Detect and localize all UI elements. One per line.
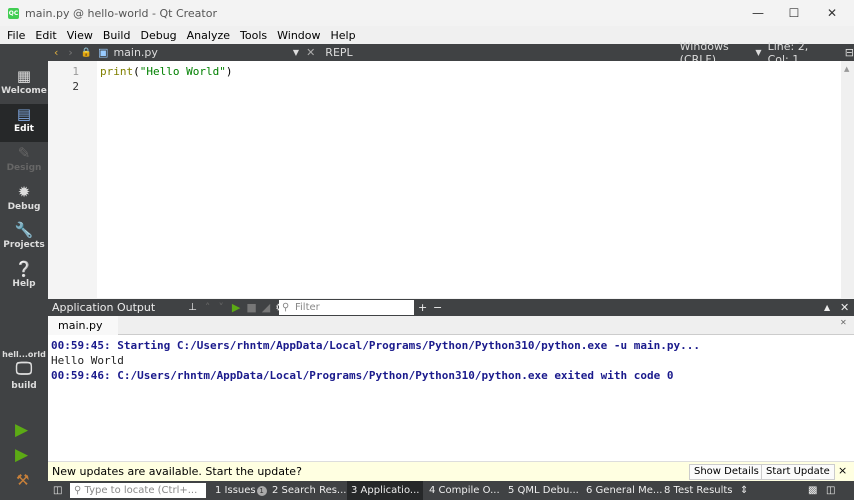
close-window-button[interactable]: ✕ [814, 0, 850, 26]
pane-application-output[interactable]: 3 Applicatio... [347, 481, 424, 500]
grid-icon: ▦ [16, 67, 32, 85]
pane-search-results[interactable]: 2 Search Res... [272, 481, 346, 500]
output-line: 00:59:46: C:/Users/rhntm/AppData/Local/P… [51, 369, 674, 382]
python-file-icon: ▣ [98, 46, 109, 59]
update-message: New updates are available. Start the upd… [52, 465, 302, 478]
output-pane-title: Application Output [52, 301, 156, 314]
output-tabs: main.py ✕ ✕ [48, 316, 854, 351]
menu-analyze[interactable]: Analyze [182, 29, 235, 42]
pen-icon: ✎ [17, 144, 31, 162]
menu-debug[interactable]: Debug [135, 29, 181, 42]
run-button[interactable]: ▶ [15, 420, 28, 440]
editor-toolbar: ‹ › 🔒 ▣ main.py ▼ ✕ REPL Windows (CRLF) … [48, 40, 854, 66]
toggle-right-sidebar-icon[interactable]: ◫ [826, 481, 835, 500]
update-info-bar: New updates are available. Start the upd… [48, 461, 854, 481]
close-pane-icon[interactable]: ✕ [840, 301, 849, 314]
show-details-button[interactable]: Show Details [689, 464, 764, 480]
locator-input[interactable]: ⚲ Type to locate (Ctrl+... [70, 483, 206, 498]
stop-icon[interactable]: ■ [246, 301, 256, 314]
output-line: Hello World [51, 354, 124, 367]
qt-creator-logo-icon: QC [8, 7, 19, 19]
scroll-up-icon[interactable]: ▲ [841, 65, 849, 73]
down-icon[interactable]: ˅ [218, 301, 224, 314]
minimize-button[interactable]: — [740, 0, 776, 26]
more-panes-icon[interactable]: ⇕ [740, 481, 748, 500]
mode-edit[interactable]: ▤ Edit [0, 104, 48, 142]
up-icon[interactable]: ˄ [205, 301, 211, 314]
mode-sidebar: ▦ Welcome ▤ Edit ✎ Design ✹ Debug 🔧 Projects … [0, 44, 48, 500]
document-icon: ▤ [16, 105, 32, 123]
close-document-icon[interactable]: ✕ [306, 46, 315, 59]
debug-run-button[interactable]: ▶ [15, 445, 28, 465]
pane-test-results[interactable]: 8 Test Results [664, 481, 733, 500]
search-icon: ⚲ [282, 302, 290, 313]
toggle-sidebar-icon[interactable]: ◫ [53, 481, 62, 500]
output-line: 00:59:45: Starting C:/Users/rhntm/AppDat… [51, 339, 701, 352]
mode-welcome[interactable]: ▦ Welcome [0, 66, 48, 104]
rerun-icon[interactable]: ▶ [232, 301, 240, 314]
start-update-button[interactable]: Start Update [761, 464, 835, 480]
menu-help[interactable]: Help [326, 29, 361, 42]
menu-edit[interactable]: Edit [30, 29, 61, 42]
zoom-in-icon[interactable]: + [418, 301, 427, 314]
window-title: main.py @ hello-world - Qt Creator [25, 6, 217, 20]
monitor-icon: 🖵 [15, 359, 33, 379]
menu-view[interactable]: View [62, 29, 98, 42]
line-number-gutter: 1 2 [48, 61, 97, 298]
menu-window[interactable]: Window [272, 29, 325, 42]
lock-icon: 🔒 [80, 47, 93, 58]
chevron-down-icon[interactable]: ▼ [293, 48, 299, 57]
status-bar: ◫ ⚲ Type to locate (Ctrl+... 1 Issues 1 2… [48, 481, 854, 500]
close-icon[interactable]: ✕ [840, 318, 847, 327]
repl-button[interactable]: REPL [325, 46, 352, 59]
debug-attach-icon[interactable]: ◢ [262, 301, 270, 314]
bug-icon: ✹ [17, 183, 31, 201]
mode-debug[interactable]: ✹ Debug [0, 182, 48, 220]
output-pane-header: Application Output ⊥ ˄ ˅ ▶ ■ ◢ ⚙ ⚲Filter… [48, 299, 854, 316]
open-file-dropdown[interactable]: main.py [113, 46, 157, 59]
menu-build[interactable]: Build [98, 29, 136, 42]
editor-scrollbar[interactable]: ▲ [841, 61, 854, 298]
split-icon[interactable]: ⊟ [845, 46, 854, 59]
pane-qml-debugger[interactable]: 5 QML Debu... [508, 481, 579, 500]
pane-issues[interactable]: 1 Issues 1 [215, 481, 267, 500]
close-info-bar-button[interactable]: × [838, 464, 847, 477]
zoom-out-icon[interactable]: − [433, 301, 442, 314]
mode-projects[interactable]: 🔧 Projects [0, 220, 48, 258]
kit-selector[interactable]: hell...orld 🖵 build [0, 350, 48, 402]
menu-file[interactable]: File [2, 29, 30, 42]
maximize-pane-icon[interactable]: ▲ [824, 303, 830, 312]
title-bar: QC main.py @ hello-world - Qt Creator — … [0, 0, 854, 26]
search-icon: ⚲ [74, 485, 85, 496]
issues-badge: 1 [256, 486, 267, 496]
pane-general-messages[interactable]: 6 General Me... [586, 481, 662, 500]
mode-design[interactable]: ✎ Design [0, 143, 48, 181]
attach-icon[interactable]: ⊥ [188, 302, 197, 313]
help-icon: ❔ [14, 260, 34, 278]
chevron-down-icon[interactable]: ▼ [755, 48, 761, 57]
code-line: print("Hello World") [100, 65, 233, 78]
progress-details-icon[interactable]: ▩ [808, 481, 817, 500]
back-arrow-icon[interactable]: ‹ [54, 46, 58, 59]
filter-input[interactable]: ⚲ Filter [279, 300, 414, 315]
wrench-icon: 🔧 [14, 221, 34, 239]
build-hammer-button[interactable]: ⚒ [16, 471, 29, 489]
forward-arrow-icon[interactable]: › [68, 46, 72, 59]
mode-help[interactable]: ❔ Help [0, 259, 48, 297]
output-text[interactable]: 00:59:45: Starting C:/Users/rhntm/AppDat… [48, 335, 854, 461]
pane-compile-output[interactable]: 4 Compile O... [429, 481, 500, 500]
maximize-button[interactable]: ☐ [776, 0, 812, 26]
code-editor[interactable]: print("Hello World") [97, 61, 841, 298]
menu-tools[interactable]: Tools [235, 29, 272, 42]
output-tab-main-py[interactable]: main.py ✕ [48, 316, 118, 351]
